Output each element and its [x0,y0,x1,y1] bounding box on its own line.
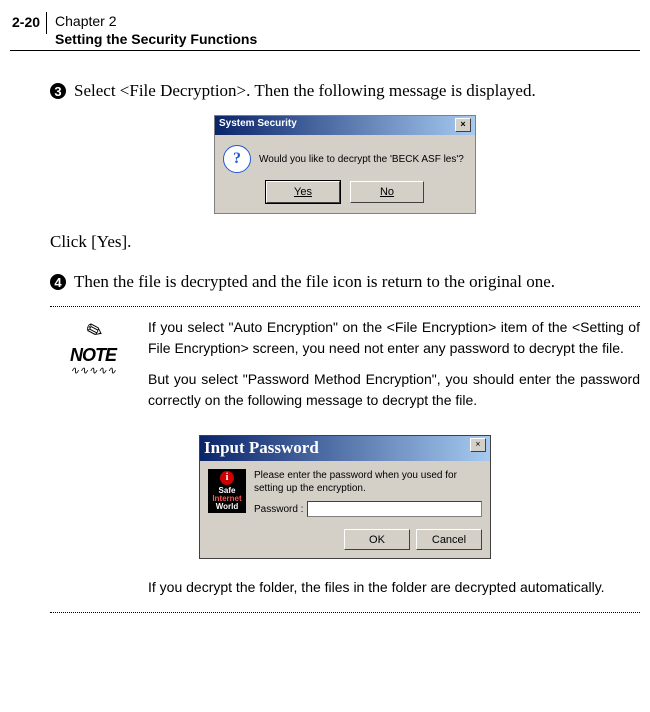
ok-button[interactable]: OK [344,529,410,550]
yes-button[interactable]: Yes [266,181,340,203]
page-header: 2-20 Chapter 2 Setting the Security Func… [10,12,640,48]
dialog-input-password-wrap: Input Password × i Safe Internet World P… [50,435,640,559]
close-icon[interactable]: × [455,118,471,132]
note-text: If you select "Auto Encryption" on the <… [148,317,640,421]
close-icon[interactable]: × [470,438,486,452]
pw-dialog-title: Input Password [204,438,319,458]
dialog-system-security: System Security × ? Would you like to de… [214,115,476,214]
question-icon: ? [223,145,251,173]
page-number: 2-20 [10,12,47,34]
dialog-titlebar: System Security × [215,116,475,135]
note-block: ✎ NOTE ∿∿∿∿∿ If you select "Auto Encrypt… [50,317,640,421]
header-titles: Chapter 2 Setting the Security Functions [47,12,257,48]
cancel-button[interactable]: Cancel [416,529,482,550]
dialog-body: ? Would you like to decrypt the 'BECK AS… [215,135,475,181]
safe-icon: i Safe Internet World [208,469,246,513]
dialog-input-password: Input Password × i Safe Internet World P… [199,435,491,559]
pw-titlebar: Input Password × [200,436,490,461]
dotted-divider-top [50,306,640,307]
pw-message: Please enter the password when you used … [254,469,482,495]
no-button[interactable]: No [350,181,424,203]
step-4-text: Then the file is decrypted and the file … [74,272,640,292]
dotted-divider-bottom [50,612,640,613]
dialog-button-row: Yes No [215,181,475,213]
safe-line3: World [216,503,239,511]
section-label: Setting the Security Functions [55,30,257,48]
note-para-1: If you select "Auto Encryption" on the <… [148,317,640,359]
chapter-label: Chapter 2 [55,12,257,30]
dialog-title: System Security [219,118,297,132]
step-badge: 4 [50,274,66,290]
pw-row: Password : [254,501,482,517]
note-icon: ✎ NOTE ∿∿∿∿∿ [50,317,136,421]
note-final: If you decrypt the folder, the files in … [148,577,640,598]
pw-label: Password : [254,504,303,515]
header-rule [10,50,640,51]
pw-body: i Safe Internet World Please enter the p… [200,461,490,525]
step-badge: 3 [50,83,66,99]
step-4: 4 Then the file is decrypted and the fil… [50,272,640,292]
wave-icon: ∿∿∿∿∿ [50,364,136,377]
password-input[interactable] [307,501,482,517]
dialog-system-security-wrap: System Security × ? Would you like to de… [50,115,640,214]
warn-icon: i [220,471,234,485]
dialog-message: Would you like to decrypt the 'BECK ASF … [259,154,464,165]
pw-button-row: OK Cancel [200,525,490,558]
step-3: 3 Select <File Decryption>. Then the fol… [50,81,640,101]
note-para-2: But you select "Password Method Encrypti… [148,369,640,411]
step-3-text: Select <File Decryption>. Then the follo… [74,81,640,101]
click-yes-line: Click [Yes]. [50,232,640,252]
pw-fields: Please enter the password when you used … [254,469,482,517]
